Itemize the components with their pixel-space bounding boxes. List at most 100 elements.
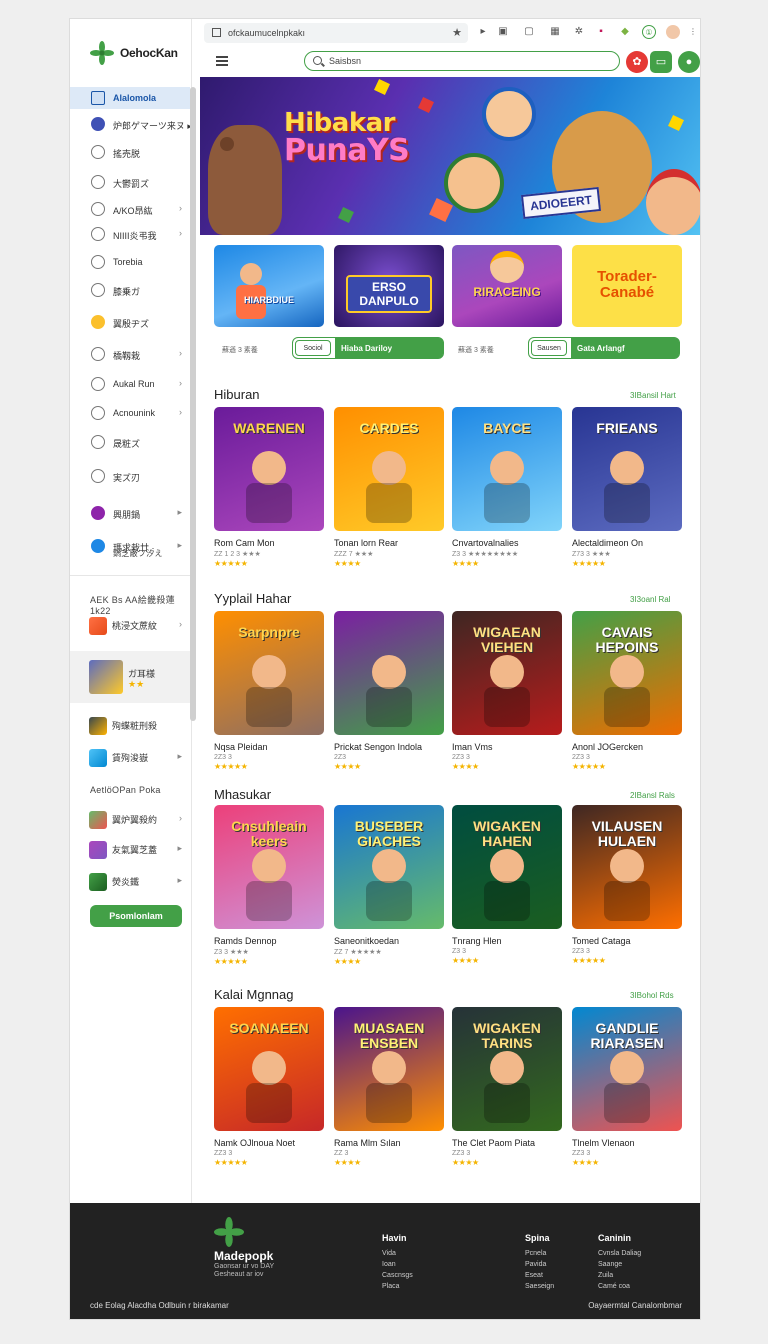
game-card[interactable]: BUSEBER GIACHES Saneonitkoedan ZZ 7 ★★★★★ ★…: [334, 805, 444, 966]
see-all-link[interactable]: 3I3oanl Ral: [630, 595, 670, 604]
game-card[interactable]: BAYCE Cnvartovalnalies Z3 3 ★★★★★★★★ ★★★★: [452, 407, 562, 568]
featured-card[interactable]: ERSO DANPULO: [334, 245, 444, 327]
wallet-button[interactable]: ▭: [650, 51, 672, 73]
game-title[interactable]: Tnrang Hlen: [452, 936, 562, 946]
sidebar-item[interactable]: NIIII炎弔我 ›: [70, 223, 190, 245]
sidebar-game-item[interactable]: 友氣翼芝蓋 ▸: [70, 837, 190, 861]
game-title[interactable]: Anonl JOGercken: [572, 742, 682, 752]
game-card[interactable]: WARENEN Rom Cam Mon ZZ 1 2 3 ★★★ ★★★★★: [214, 407, 324, 568]
sidebar-item[interactable]: 搖売脱: [70, 141, 190, 163]
featured-card[interactable]: Torader-Canabé: [572, 245, 682, 327]
category-pill[interactable]: Sociol Hiaba Dariloy: [292, 337, 444, 359]
forward-icon[interactable]: ▸: [476, 25, 490, 39]
game-title[interactable]: Prickat Sengon Indola: [334, 742, 444, 752]
game-title[interactable]: The Clet Paom Piata: [452, 1138, 562, 1148]
sidebar-item[interactable]: A/KO昂紘 ›: [70, 198, 190, 220]
category-pill[interactable]: Sausen Gata Arlangf: [528, 337, 680, 359]
sidebar-game-item[interactable]: 翼炉翼殺約 ›: [70, 807, 190, 831]
game-title[interactable]: Ramds Dennop: [214, 936, 324, 946]
more-vert-icon[interactable]: ⋮: [686, 25, 700, 39]
profile-button[interactable]: ●: [678, 51, 700, 73]
gift-icon[interactable]: ▪: [594, 25, 608, 39]
see-all-link[interactable]: 3IBohol Rds: [630, 991, 674, 1000]
extension-icon[interactable]: ▣: [496, 25, 510, 39]
game-title[interactable]: Tlnelm Vlenaon: [572, 1138, 682, 1148]
footer-link[interactable]: Camé coa: [598, 1281, 641, 1292]
address-bar[interactable]: ofckaumucelnpkakı ★: [204, 23, 468, 43]
sidebar-item[interactable]: Alalomola: [70, 87, 190, 109]
sidebar-item[interactable]: Torebia: [70, 251, 190, 273]
see-all-link[interactable]: 2IBansl Rals: [630, 791, 675, 800]
sidebar-item[interactable]: 翼殷ヂズ: [70, 311, 190, 333]
bookmark-star-icon[interactable]: ★: [452, 26, 462, 39]
see-all-link[interactable]: 3IBansil Hart: [630, 391, 676, 400]
footer-link[interactable]: Placa: [382, 1281, 413, 1292]
sidebar-scrollbar[interactable]: [190, 87, 196, 721]
game-card[interactable]: WIGAEAN VIEHEN Iman Vms 2Z3 3 ★★★★: [452, 611, 562, 771]
game-title[interactable]: Saneonitkoedan: [334, 936, 444, 946]
confetti-cube: [338, 207, 354, 223]
grid-icon[interactable]: ▦: [548, 25, 562, 39]
sidebar-item[interactable]: 大鬱罰ズ: [70, 171, 190, 193]
game-title[interactable]: Cnvartovalnalies: [452, 538, 562, 548]
sidebar-item[interactable]: 興朋鍋 ▸: [70, 502, 190, 524]
sidebar-item[interactable]: 橋靱栽 ›: [70, 343, 190, 365]
game-title[interactable]: Namk OJlnoua Noet: [214, 1138, 324, 1148]
game-title[interactable]: Rama Mlm Sılan: [334, 1138, 444, 1148]
game-card[interactable]: SOANAEEN Namk OJlnoua Noet ZZ3 3 ★★★★★: [214, 1007, 324, 1167]
footer-link[interactable]: Saeseign: [525, 1281, 554, 1292]
footer-link[interactable]: Vida: [382, 1248, 413, 1259]
game-title[interactable]: Rom Cam Mon: [214, 538, 324, 548]
sidebar-item[interactable]: 膝乗ガ: [70, 279, 190, 301]
hero-banner[interactable]: Hibakar PunaYS ADIOEERT: [200, 77, 700, 235]
footer-link[interactable]: Cvnsla Daliag: [598, 1248, 641, 1259]
game-title[interactable]: Tonan lorn Rear: [334, 538, 444, 548]
sidebar-game-item[interactable]: 殉蝶粧刑殺: [70, 713, 190, 737]
sidebar-game-item[interactable]: 熒炎鐵 ▸: [70, 869, 190, 893]
sidebar-item[interactable]: 実ズ刃: [70, 465, 190, 487]
game-card[interactable]: CAVAIS HEPOINS Anonl JOGercken 2Z3 3 ★★★★★: [572, 611, 682, 771]
game-title[interactable]: Tomed Cataga: [572, 936, 682, 946]
sidebar-item[interactable]: 炉郎ゲマーツ来ヌ ▸: [70, 113, 192, 135]
game-card[interactable]: MUASAEN ENSBEN Rama Mlm Sılan ZZ 3 ★★★★: [334, 1007, 444, 1167]
game-card[interactable]: Cnsuhleain keers Ramds Dennop Z3 3 ★★★ ★★★★…: [214, 805, 324, 966]
featured-card[interactable]: HIARBDIUE: [214, 245, 324, 327]
character-body: [484, 881, 530, 921]
sidebar-game-item[interactable]: ガ耳様 ★★: [70, 651, 190, 703]
footer-link[interactable]: Pavida: [525, 1259, 554, 1270]
account-circle-icon[interactable]: ①: [642, 25, 656, 39]
footer-link[interactable]: Eseat: [525, 1270, 554, 1281]
search-input[interactable]: Saisbsn: [304, 51, 620, 71]
featured-card[interactable]: RIRACEING: [452, 245, 562, 327]
game-card[interactable]: VILAUSEN HULAEN Tomed Cataga 2Z3 3 ★★★★★: [572, 805, 682, 965]
footer-link[interactable]: Cascnsgs: [382, 1270, 413, 1281]
sidebar-item[interactable]: Acnounink ›: [70, 402, 190, 424]
hamburger-menu-icon[interactable]: [216, 56, 228, 66]
sidebar-game-item[interactable]: 桃浸文蔗紋 ›: [70, 613, 190, 637]
footer-link[interactable]: Zuila: [598, 1270, 641, 1281]
game-card[interactable]: WIGAKEN TARINS The Clet Paom Piata ZZ3 3 ★★…: [452, 1007, 562, 1167]
sparkle-icon[interactable]: ✲: [572, 25, 586, 39]
footer-link[interactable]: Saange: [598, 1259, 641, 1270]
game-card[interactable]: GANDLIE RIARASEN Tlnelm Vlenaon ZZ3 3 ★★★★: [572, 1007, 682, 1167]
game-card[interactable]: Sarpnpre Nqsa Pleidan 2Z3 3 ★★★★★: [214, 611, 324, 771]
game-card[interactable]: WIGAKEN HAHEN Tnrang Hlen Z3 3 ★★★★: [452, 805, 562, 965]
game-title[interactable]: Alectaldimeon On: [572, 538, 682, 548]
site-logo[interactable]: OehocKan: [90, 41, 178, 65]
game-card[interactable]: FRIEANS Alectaldimeon On Z73 3 ★★★ ★★★★★: [572, 407, 682, 568]
notification-button[interactable]: ✿: [626, 51, 648, 73]
game-thumbnail: SOANAEEN: [214, 1007, 324, 1131]
sidebar-item[interactable]: Aukal Run ›: [70, 373, 190, 395]
footer-link[interactable]: Ioan: [382, 1259, 413, 1270]
premium-button[interactable]: Psomlonlam: [90, 905, 182, 927]
box-icon[interactable]: ▢: [522, 25, 536, 39]
sidebar-item[interactable]: 晟粧ズ: [70, 431, 190, 453]
game-card[interactable]: CARDES Tonan lorn Rear ZZZ 7 ★★★ ★★★★: [334, 407, 444, 568]
leaf-icon[interactable]: ◆: [618, 25, 632, 39]
avatar[interactable]: [666, 25, 680, 39]
sidebar-game-item[interactable]: 賃殉浚嶽 ▸: [70, 745, 190, 769]
game-title[interactable]: Iman Vms: [452, 742, 562, 752]
game-title[interactable]: Nqsa Pleidan: [214, 742, 324, 752]
footer-link[interactable]: Pcnela: [525, 1248, 554, 1259]
game-card[interactable]: Prickat Sengon Indola 2Z3 ★★★★: [334, 611, 444, 771]
